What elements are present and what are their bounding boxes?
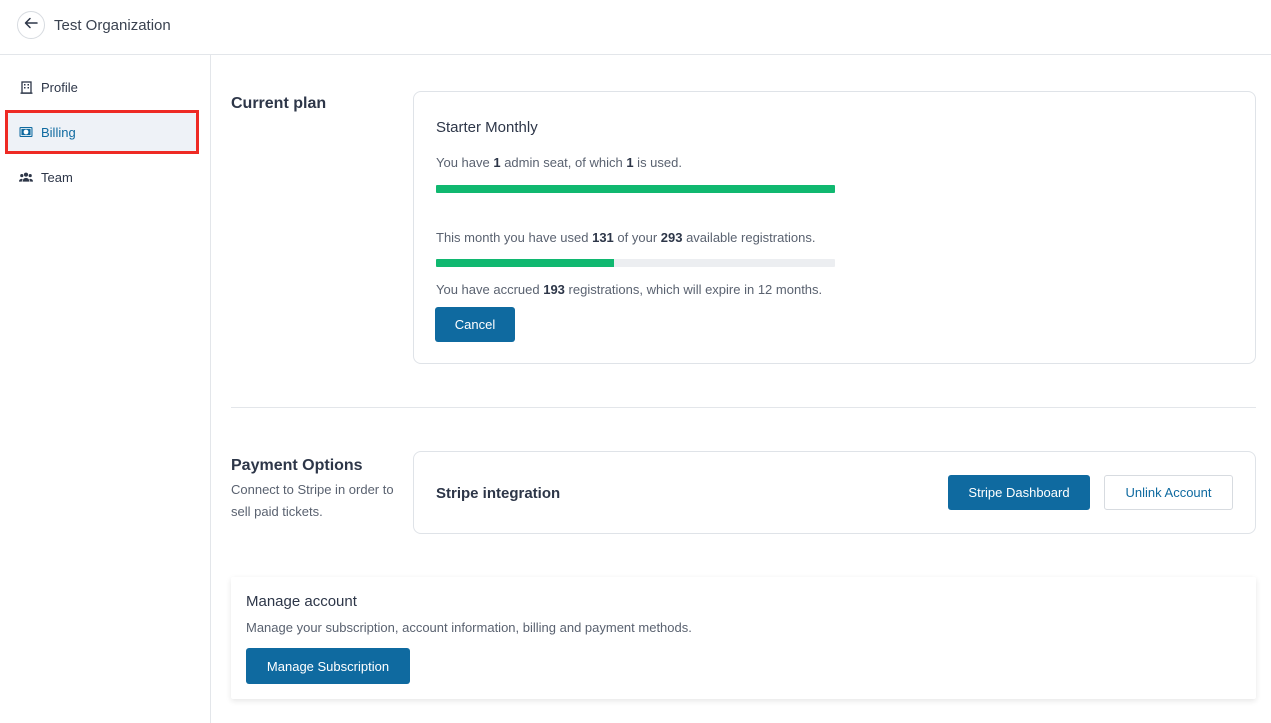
registrations-progress-fill xyxy=(436,259,615,267)
sidebar-item-label: Team xyxy=(41,169,73,185)
building-icon xyxy=(19,80,33,94)
stripe-integration-card: Stripe integration Stripe Dashboard Unli… xyxy=(413,451,1256,534)
plan-name: Starter Monthly xyxy=(436,119,538,136)
stripe-dashboard-button[interactable]: Stripe Dashboard xyxy=(948,475,1090,510)
back-button[interactable] xyxy=(17,11,45,39)
manage-account-title: Manage account xyxy=(246,593,357,610)
section-divider xyxy=(231,407,1256,408)
organization-title: Test Organization xyxy=(54,17,171,34)
main-content: Current plan Starter Monthly You have 1 … xyxy=(211,55,1271,723)
stripe-integration-label: Stripe integration xyxy=(436,485,561,502)
manage-account-card: Manage account Manage your subscription,… xyxy=(231,577,1256,699)
top-bar: Test Organization xyxy=(0,0,1271,55)
registrations-progress-bar xyxy=(436,259,835,267)
current-plan-card: Starter Monthly You have 1 admin seat, o… xyxy=(413,91,1256,364)
seats-text: You have 1 admin seat, of which 1 is use… xyxy=(436,155,682,170)
accrued-text: You have accrued 193 registrations, whic… xyxy=(436,282,823,297)
seats-progress-fill xyxy=(436,185,835,193)
sidebar-item-label: Profile xyxy=(41,79,78,95)
sidebar-item-profile[interactable]: Profile xyxy=(8,68,196,106)
payment-options-title: Payment Options xyxy=(231,457,363,474)
manage-subscription-button[interactable]: Manage Subscription xyxy=(246,648,410,684)
sidebar-item-team[interactable]: Team xyxy=(8,158,196,196)
active-item-highlight xyxy=(5,110,199,154)
arrow-left-icon xyxy=(24,16,38,35)
team-icon xyxy=(19,170,33,184)
cancel-button[interactable]: Cancel xyxy=(435,307,515,342)
seats-progress-bar xyxy=(436,185,835,193)
current-plan-title: Current plan xyxy=(231,95,327,112)
unlink-account-button[interactable]: Unlink Account xyxy=(1104,475,1233,510)
sidebar: Profile Billing Team xyxy=(0,55,211,723)
manage-account-description: Manage your subscription, account inform… xyxy=(246,620,692,635)
payment-options-description: Connect to Stripe in order to sell paid … xyxy=(231,482,394,519)
registrations-text: This month you have used 131 of your 293… xyxy=(436,230,816,245)
